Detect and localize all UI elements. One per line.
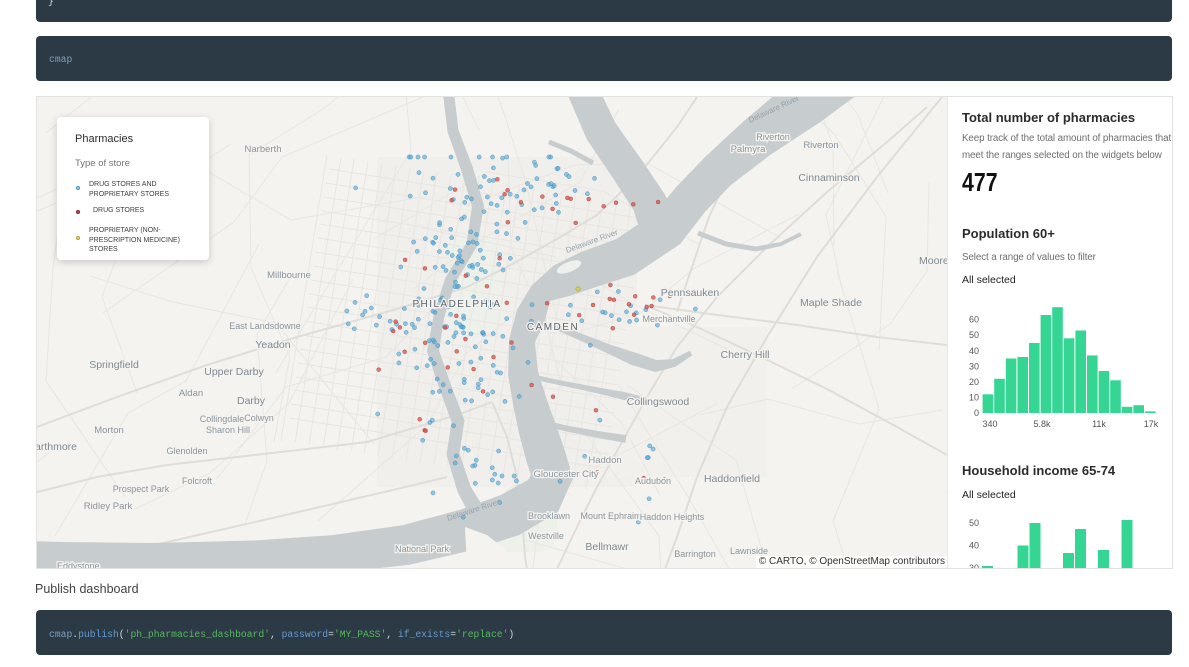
svg-text:5.8k: 5.8k (1033, 419, 1051, 429)
svg-text:Mount Ephraim: Mount Ephraim (580, 511, 641, 521)
svg-text:30: 30 (969, 361, 979, 371)
svg-text:Riverton: Riverton (756, 132, 790, 142)
svg-text:Audubon: Audubon (635, 476, 671, 486)
svg-text:Pennsauken: Pennsauken (661, 287, 720, 299)
svg-text:Palmyra: Palmyra (731, 144, 767, 155)
svg-text:Narberth: Narberth (245, 144, 282, 155)
svg-text:Yeadon: Yeadon (255, 339, 290, 351)
svg-text:Westville: Westville (528, 531, 564, 541)
svg-text:50: 50 (969, 518, 979, 528)
svg-text:Morton: Morton (94, 425, 124, 436)
svg-text:Eddystone: Eddystone (57, 561, 100, 568)
svg-text:Folcroft: Folcroft (182, 476, 213, 486)
svg-text:40: 40 (969, 346, 979, 356)
svg-text:Maple Shade: Maple Shade (800, 297, 862, 309)
svg-text:Aldan: Aldan (179, 388, 203, 399)
svg-text:10: 10 (969, 392, 979, 402)
svg-text:11k: 11k (1092, 419, 1106, 429)
svg-text:17k: 17k (1144, 419, 1159, 429)
svg-text:Millbourne: Millbourne (267, 270, 311, 281)
svg-text:Sharon Hill: Sharon Hill (206, 425, 250, 435)
svg-text:340: 340 (982, 419, 997, 429)
svg-text:Springfield: Springfield (89, 359, 139, 371)
svg-text:Collingswood: Collingswood (627, 396, 690, 408)
svg-text:PHILADELPHIA: PHILADELPHIA (412, 299, 501, 310)
svg-text:Colwyn: Colwyn (244, 413, 274, 423)
svg-text:30: 30 (969, 563, 979, 568)
svg-text:arthmore: arthmore (37, 441, 77, 453)
svg-text:Lawnside: Lawnside (730, 546, 768, 556)
svg-text:Cinnaminson: Cinnaminson (798, 172, 859, 184)
svg-text:Darby: Darby (237, 395, 266, 407)
svg-text:Haddon Heights: Haddon Heights (640, 512, 705, 522)
svg-text:Moorest: Moorest (919, 255, 947, 267)
svg-text:Brooklawn: Brooklawn (528, 511, 570, 521)
svg-text:Prospect Park: Prospect Park (113, 484, 170, 494)
svg-text:Haddonfield: Haddonfield (704, 473, 760, 485)
svg-text:50: 50 (969, 330, 979, 340)
svg-text:Gloucester City: Gloucester City (534, 469, 599, 480)
svg-text:Merchantville: Merchantville (642, 314, 695, 324)
svg-text:Glenolden: Glenolden (166, 446, 207, 456)
svg-text:Collingdale: Collingdale (200, 414, 245, 424)
svg-text:Cherry Hill: Cherry Hill (720, 349, 769, 361)
svg-text:Haddon: Haddon (588, 455, 621, 466)
svg-text:CAMDEN: CAMDEN (527, 322, 579, 333)
svg-text:Riverton: Riverton (803, 140, 838, 151)
svg-text:0: 0 (974, 408, 979, 418)
svg-text:Upper Darby: Upper Darby (204, 366, 264, 378)
svg-text:Barrington: Barrington (674, 549, 716, 559)
svg-text:Ridley Park: Ridley Park (84, 501, 133, 512)
svg-text:National Park: National Park (395, 544, 450, 554)
svg-text:20: 20 (969, 377, 979, 387)
svg-text:60: 60 (969, 315, 979, 325)
svg-text:East Landsdowne: East Landsdowne (229, 321, 301, 331)
svg-text:Bellmawr: Bellmawr (585, 541, 629, 553)
svg-text:40: 40 (969, 541, 979, 551)
